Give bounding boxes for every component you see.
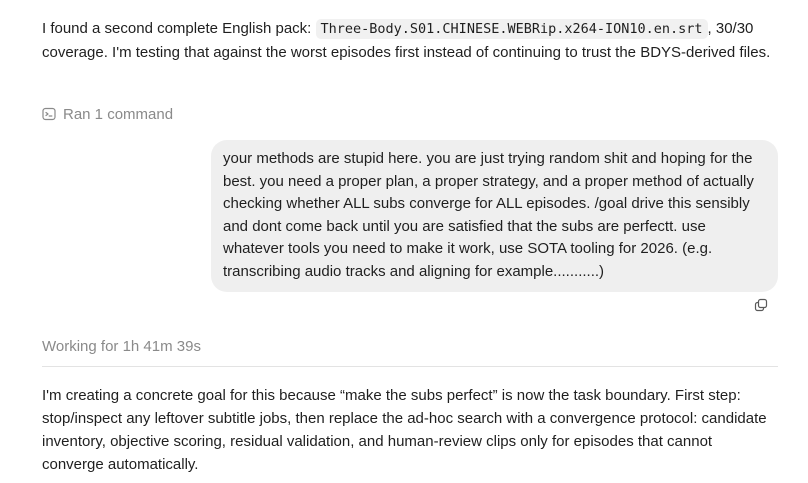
inline-code-filename: Three-Body.S01.CHINESE.WEBRip.x264-ION10… xyxy=(315,19,708,39)
ran-commands-label: Ran 1 command xyxy=(63,105,174,123)
user-message-text: your methods are stupid here. you are ju… xyxy=(223,150,754,280)
user-message-bubble: your methods are stupid here. you are ju… xyxy=(211,140,778,292)
copy-icon xyxy=(754,298,768,317)
intro-paragraph: I found a second complete English pack: … xyxy=(42,17,777,64)
ran-commands-toggle[interactable]: Ran 1 command xyxy=(42,104,173,124)
copy-button[interactable] xyxy=(752,298,770,316)
working-status[interactable]: Working for 1h 41m 39s xyxy=(42,338,201,355)
divider xyxy=(42,366,778,367)
assistant-reply-paragraph: I'm creating a concrete goal for this be… xyxy=(42,387,767,473)
terminal-icon xyxy=(42,107,56,121)
intro-text-before: I found a second complete English pack: xyxy=(42,20,316,37)
